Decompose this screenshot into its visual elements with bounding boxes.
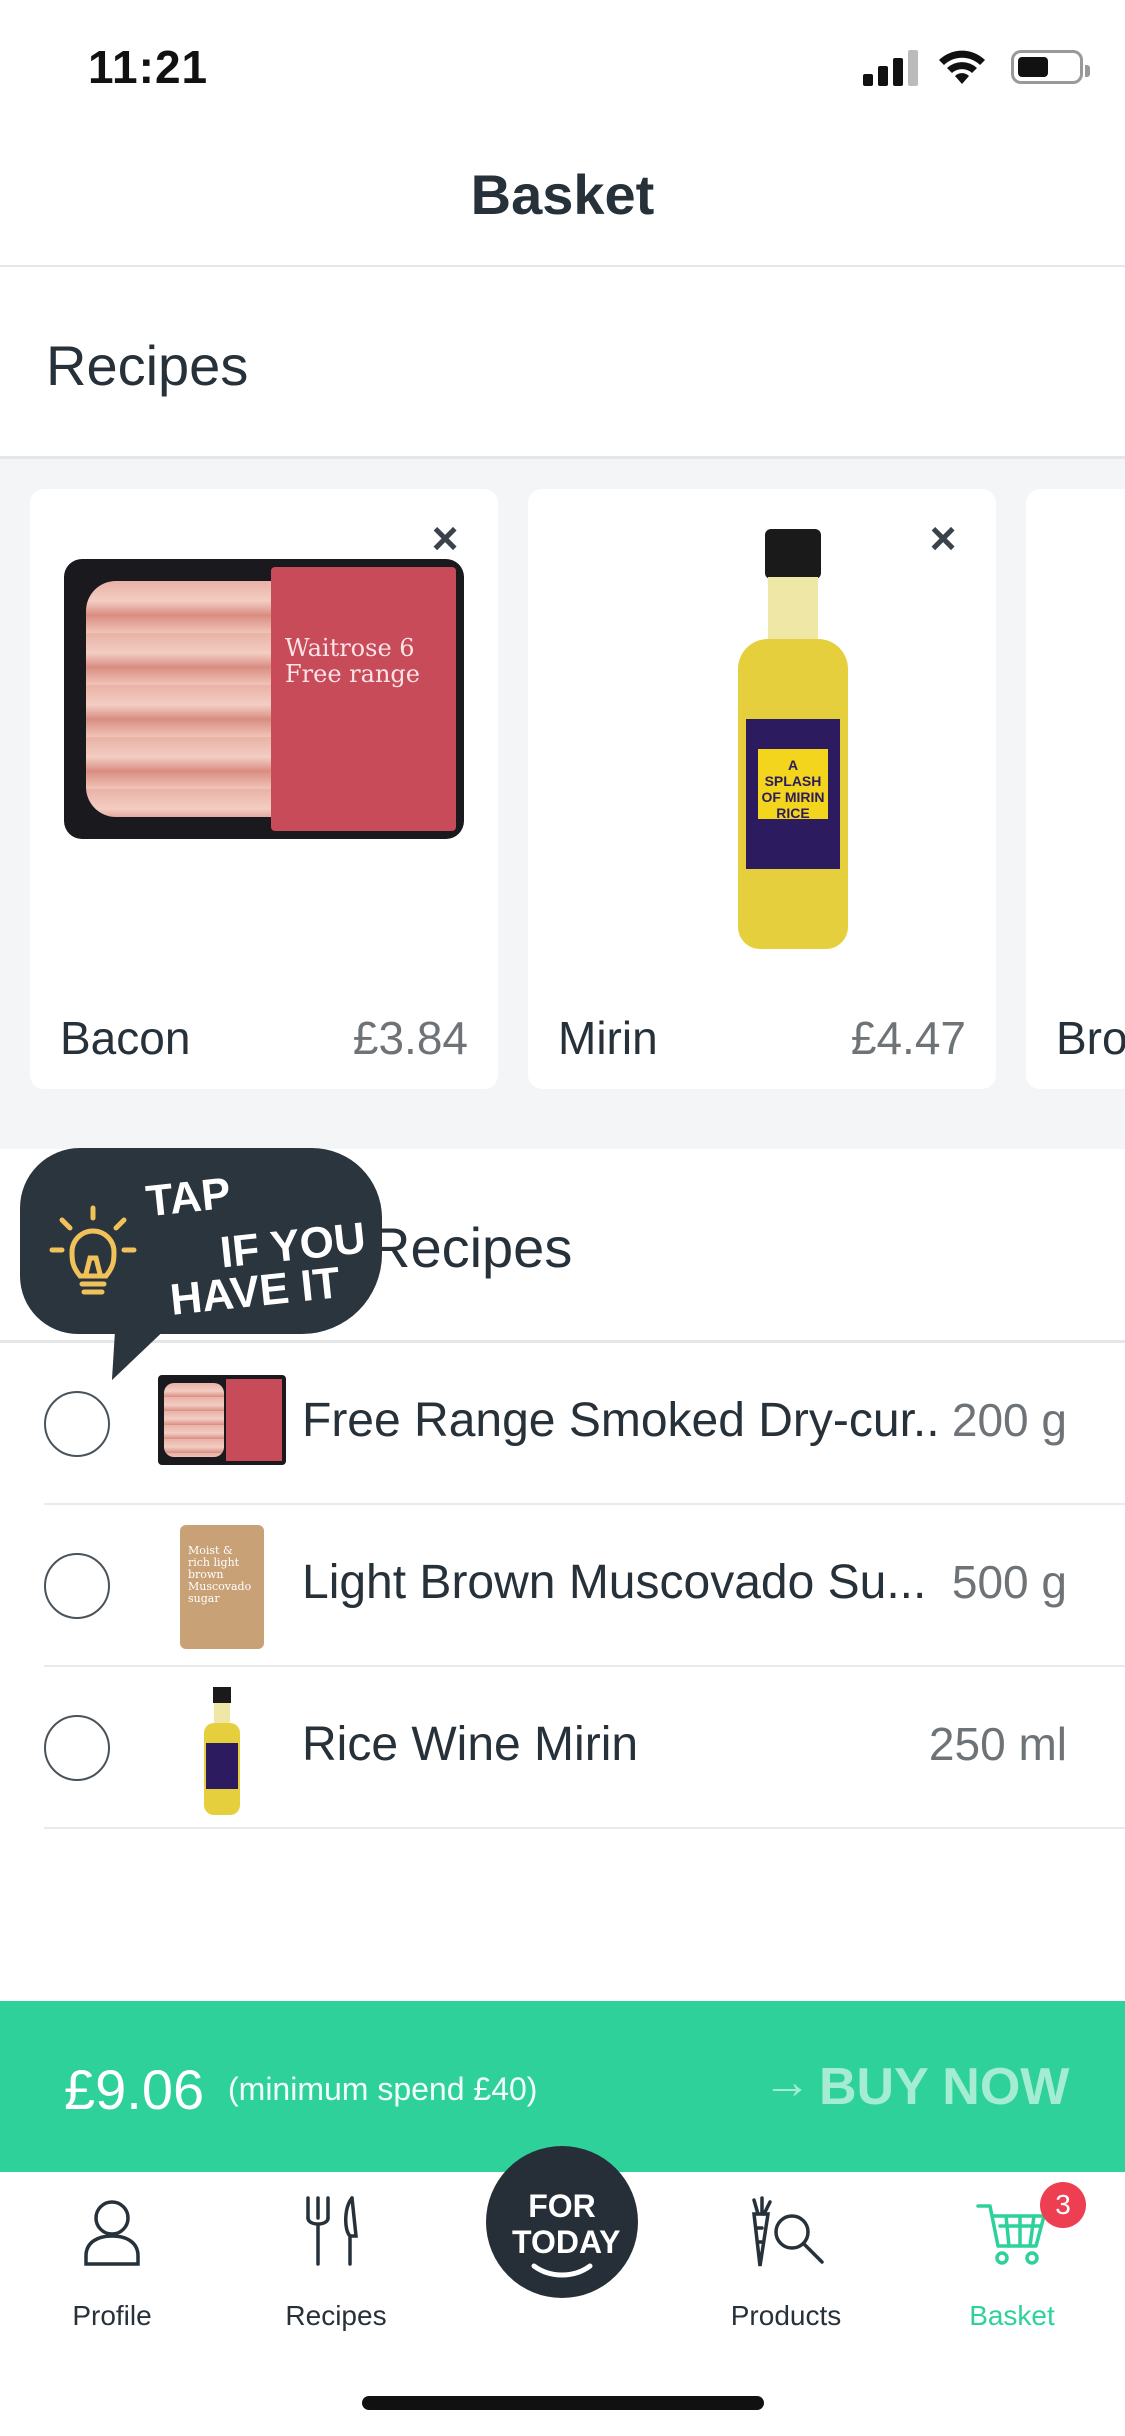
- product-card-mirin[interactable]: × A SPLASH OF MIRIN RICE WINE Mirin £4.4…: [528, 489, 996, 1089]
- ingredient-thumbnail: [158, 1687, 286, 1815]
- minimum-spend-note: (minimum spend £40): [228, 2071, 538, 2107]
- tab-profile[interactable]: Profile: [22, 2196, 202, 2331]
- bacon-image: Waitrose 6 Free range: [60, 529, 468, 889]
- ingredient-name: Free Range Smoked Dry-cur...: [302, 1394, 942, 1447]
- carrot-search-icon: [752, 2196, 824, 2267]
- ingredient-checkbox[interactable]: [44, 1391, 110, 1457]
- ingredient-thumbnail: Moist & rich light brown Muscovado sugar: [158, 1525, 286, 1649]
- bacon-package-text: Waitrose 6 Free range: [285, 634, 420, 688]
- home-indicator: [362, 2396, 764, 2410]
- smile-icon: [531, 2263, 593, 2278]
- card-name: Bacon: [60, 1012, 191, 1064]
- basket-count-badge: 3: [1040, 2182, 1086, 2228]
- mirin-package-text: A SPLASH OF MIRIN RICE WINE: [758, 749, 828, 837]
- basket-total: £9.06: [64, 2058, 205, 2121]
- ingredient-row[interactable]: Rice Wine Mirin 250 ml: [44, 1667, 1125, 1829]
- buy-now-label: BUY NOW: [819, 2058, 1070, 2116]
- status-icons: [863, 46, 1090, 86]
- tab-recipes[interactable]: Recipes: [246, 2196, 426, 2331]
- ingredient-row[interactable]: Free Range Smoked Dry-cur... 200 g: [44, 1343, 1125, 1505]
- tooltip-line-1: TAP: [143, 1168, 234, 1227]
- ingredient-checkbox[interactable]: [44, 1553, 110, 1619]
- battery-icon: [1011, 50, 1090, 84]
- ingredients-section-title: Recipes: [370, 1216, 573, 1279]
- card-price: £3.84: [352, 1012, 468, 1064]
- ingredient-quantity: 500 g: [951, 1556, 1067, 1608]
- tab-label: Basket: [969, 2300, 1055, 2331]
- cellular-signal-icon: [863, 46, 919, 86]
- product-card-partial[interactable]: Bro: [1026, 489, 1125, 1089]
- recipes-section-header: Recipes: [0, 267, 1125, 459]
- tab-products[interactable]: Products: [696, 2196, 876, 2331]
- wifi-icon: [939, 50, 985, 84]
- for-today-button[interactable]: FOR TODAY: [486, 2146, 638, 2298]
- tab-label: Recipes: [285, 2300, 387, 2331]
- ingredient-quantity: 250 ml: [928, 1718, 1067, 1770]
- card-price: £4.47: [850, 1012, 966, 1064]
- ingredient-name: Rice Wine Mirin: [302, 1718, 639, 1771]
- ingredient-thumbnail: [158, 1363, 286, 1487]
- ingredient-quantity: 200 g: [951, 1394, 1067, 1446]
- card-name: Mirin: [558, 1012, 658, 1064]
- arrow-right-icon: →: [763, 2056, 811, 2109]
- ingredient-checkbox[interactable]: [44, 1715, 110, 1781]
- product-card-bacon[interactable]: × Waitrose 6 Free range Bacon £3.84: [30, 489, 498, 1089]
- for-today-label: FOR TODAY: [512, 2188, 621, 2260]
- tab-label: Products: [730, 2300, 842, 2331]
- page-title: Basket: [470, 163, 655, 226]
- nav-header: Basket: [0, 132, 1125, 267]
- tab-label: Profile: [72, 2300, 152, 2331]
- status-time: 11:21: [88, 41, 209, 93]
- lightbulb-icon: [49, 1205, 137, 1295]
- recipe-cards-carousel[interactable]: × Waitrose 6 Free range Bacon £3.84 × A …: [0, 459, 1125, 1149]
- cutlery-icon: [306, 2196, 358, 2266]
- status-bar: 11:21: [0, 0, 1125, 132]
- mirin-image: A SPLASH OF MIRIN RICE WINE: [558, 529, 966, 949]
- ingredient-row[interactable]: Moist & rich light brown Muscovado sugar…: [44, 1505, 1125, 1667]
- ingredient-name: Light Brown Muscovado Su...: [302, 1556, 927, 1609]
- sugar-package-text: Moist & rich light brown Muscovado sugar: [188, 1544, 252, 1605]
- buy-now-button[interactable]: → BUY NOW: [763, 2055, 1069, 2116]
- recipes-section-title: Recipes: [46, 334, 249, 397]
- card-name: Bro: [1056, 1012, 1125, 1064]
- cart-icon: [976, 2204, 1046, 2265]
- person-icon: [84, 2200, 140, 2266]
